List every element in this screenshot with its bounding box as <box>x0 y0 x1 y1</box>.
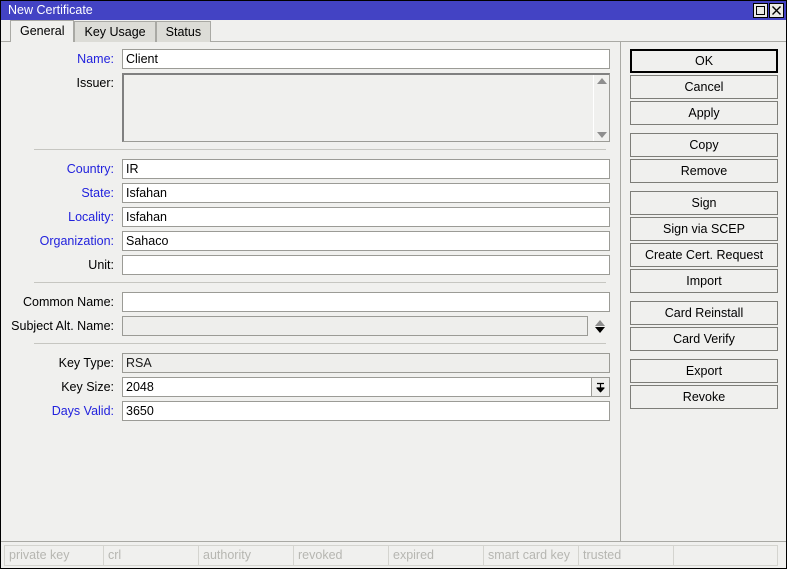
field-row-days-valid: Days Valid: <box>1 401 620 421</box>
export-button[interactable]: Export <box>630 359 778 383</box>
close-button[interactable] <box>769 3 784 18</box>
status-authority: authority <box>198 544 294 566</box>
scroll-down-icon[interactable] <box>596 132 607 138</box>
unit-input[interactable] <box>122 255 610 275</box>
field-row-subject-alt-name: Subject Alt. Name: <box>1 316 620 336</box>
status-trusted: trusted <box>578 544 674 566</box>
country-input[interactable] <box>122 159 610 179</box>
key-size-input[interactable] <box>122 377 591 397</box>
tab-status[interactable]: Status <box>155 21 212 42</box>
locality-label: Locality: <box>68 210 114 224</box>
new-certificate-window: New Certificate General Key Usage Status… <box>0 0 787 569</box>
status-smart-card-key: smart card key <box>483 544 579 566</box>
key-size-label: Key Size: <box>61 380 114 394</box>
copy-button[interactable]: Copy <box>630 133 778 157</box>
field-row-key-type: Key Type: <box>1 353 620 373</box>
certificate-form: Name: Issuer: Country: State <box>1 42 621 541</box>
key-type-label: Key Type: <box>58 356 114 370</box>
subject-alt-name-stepper[interactable] <box>590 316 610 336</box>
common-name-label: Common Name: <box>23 295 114 309</box>
status-revoked: revoked <box>293 544 389 566</box>
field-row-issuer: Issuer: <box>1 73 620 142</box>
card-verify-button[interactable]: Card Verify <box>630 327 778 351</box>
state-label: State: <box>81 186 114 200</box>
revoke-button[interactable]: Revoke <box>630 385 778 409</box>
key-size-combobox[interactable] <box>122 377 610 397</box>
cancel-button[interactable]: Cancel <box>630 75 778 99</box>
days-valid-label: Days Valid: <box>51 404 114 418</box>
close-icon <box>772 6 781 15</box>
subject-alt-name-input[interactable] <box>122 316 588 336</box>
organization-label: Organization: <box>39 234 114 248</box>
dialog-body: Name: Issuer: Country: State <box>1 42 786 541</box>
tab-general[interactable]: General <box>10 20 75 42</box>
sign-via-scep-button[interactable]: Sign via SCEP <box>630 217 778 241</box>
scroll-up-icon[interactable] <box>596 78 607 84</box>
window-titlebar: New Certificate <box>1 1 786 20</box>
import-button[interactable]: Import <box>630 269 778 293</box>
window-title: New Certificate <box>8 3 93 17</box>
separator-2 <box>34 282 606 283</box>
separator-3 <box>34 343 606 344</box>
field-row-key-size: Key Size: <box>1 377 620 397</box>
field-row-state: State: <box>1 183 620 203</box>
status-empty <box>673 544 778 566</box>
organization-input[interactable] <box>122 231 610 251</box>
window-controls <box>753 3 784 18</box>
field-row-organization: Organization: <box>1 231 620 251</box>
tab-key-usage[interactable]: Key Usage <box>74 21 156 42</box>
unit-label: Unit: <box>88 258 114 272</box>
status-private-key: private key <box>4 544 104 566</box>
tabstrip: General Key Usage Status <box>1 20 786 42</box>
maximize-icon <box>756 6 765 15</box>
sign-button[interactable]: Sign <box>630 191 778 215</box>
issuer-label: Issuer: <box>76 76 114 90</box>
name-input[interactable] <box>122 49 610 69</box>
chevron-down-icon <box>596 382 605 392</box>
field-row-common-name: Common Name: <box>1 292 620 312</box>
country-label: Country: <box>66 162 114 176</box>
name-label: Name: <box>77 52 114 66</box>
issuer-field[interactable] <box>122 73 610 142</box>
common-name-input[interactable] <box>122 292 610 312</box>
action-buttons: OK Cancel Apply Copy Remove Sign Sign vi… <box>621 42 786 541</box>
remove-button[interactable]: Remove <box>630 159 778 183</box>
locality-input[interactable] <box>122 207 610 227</box>
apply-button[interactable]: Apply <box>630 101 778 125</box>
key-size-dropdown-button[interactable] <box>591 377 610 397</box>
field-row-country: Country: <box>1 159 620 179</box>
maximize-button[interactable] <box>753 3 768 18</box>
card-reinstall-button[interactable]: Card Reinstall <box>630 301 778 325</box>
stepper-down-icon[interactable] <box>595 326 605 333</box>
state-input[interactable] <box>122 183 610 203</box>
issuer-textarea[interactable] <box>124 75 593 141</box>
status-expired: expired <box>388 544 484 566</box>
separator-1 <box>34 149 606 150</box>
ok-button[interactable]: OK <box>630 49 778 73</box>
statusbar: private key crl authority revoked expire… <box>1 541 786 568</box>
status-crl: crl <box>103 544 199 566</box>
key-type-input[interactable] <box>122 353 610 373</box>
days-valid-input[interactable] <box>122 401 610 421</box>
field-row-unit: Unit: <box>1 255 620 275</box>
subject-alt-name-label: Subject Alt. Name: <box>11 319 114 333</box>
field-row-locality: Locality: <box>1 207 620 227</box>
create-cert-request-button[interactable]: Create Cert. Request <box>630 243 778 267</box>
stepper-up-icon[interactable] <box>595 319 605 326</box>
issuer-scrollbar[interactable] <box>593 75 609 141</box>
field-row-name: Name: <box>1 49 620 69</box>
